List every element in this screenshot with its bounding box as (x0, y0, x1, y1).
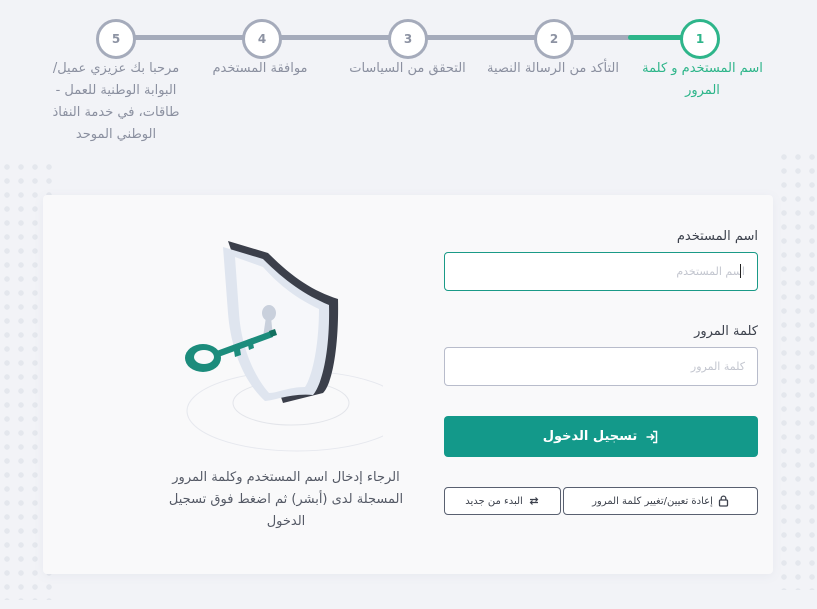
step-1-number: 1 (695, 32, 705, 46)
text-caret (740, 264, 741, 278)
step-2-circle: 2 (534, 19, 574, 59)
username-input[interactable] (444, 252, 758, 291)
shield-key-icon (185, 241, 408, 452)
decorative-dots-right (777, 150, 817, 590)
step-4-circle: 4 (242, 19, 282, 59)
step-2-number: 2 (549, 32, 559, 46)
login-icon (645, 430, 659, 444)
password-input[interactable] (444, 347, 758, 386)
reset-password-button[interactable]: إعادة تعيين/تغيير كلمة المرور (563, 487, 758, 515)
restart-button[interactable]: البدء من جديد (444, 487, 561, 515)
step-3-circle: 3 (388, 19, 428, 59)
step-3-label: التحقق من السياسات (349, 61, 466, 76)
progress-stepper: 1 2 3 4 5 اسم المستخدم و كلمة المرور الت… (0, 0, 817, 160)
step-1-label: اسم المستخدم و كلمة المرور (642, 61, 763, 98)
reset-password-label: إعادة تعيين/تغيير كلمة المرور (592, 495, 713, 507)
step-4-number: 4 (257, 32, 267, 46)
login-card: اسم المستخدم كلمة المرور تسجيل الدخول إع… (43, 195, 773, 574)
step-5-circle: 5 (96, 19, 136, 59)
refresh-icon (528, 495, 540, 507)
step-5-number: 5 (111, 32, 121, 46)
login-button-label: تسجيل الدخول (542, 429, 638, 444)
step-4-label: موافقة المستخدم (212, 61, 308, 76)
step-2-label: التأكد من الرسالة النصية (487, 61, 619, 76)
restart-label: البدء من جديد (465, 495, 523, 507)
password-label: كلمة المرور (694, 324, 758, 339)
shield-key-illustration (173, 233, 408, 463)
login-instruction: الرجاء إدخال اسم المستخدم وكلمة المرور ا… (168, 470, 404, 529)
step-1-circle: 1 (680, 19, 720, 59)
step-5-label: مرحبا بك عزيزي عميل/ البوابة الوطنية للع… (52, 61, 180, 142)
step-3-number: 3 (403, 32, 413, 46)
login-button[interactable]: تسجيل الدخول (444, 416, 758, 457)
username-label: اسم المستخدم (676, 229, 758, 244)
lock-icon (718, 495, 729, 507)
